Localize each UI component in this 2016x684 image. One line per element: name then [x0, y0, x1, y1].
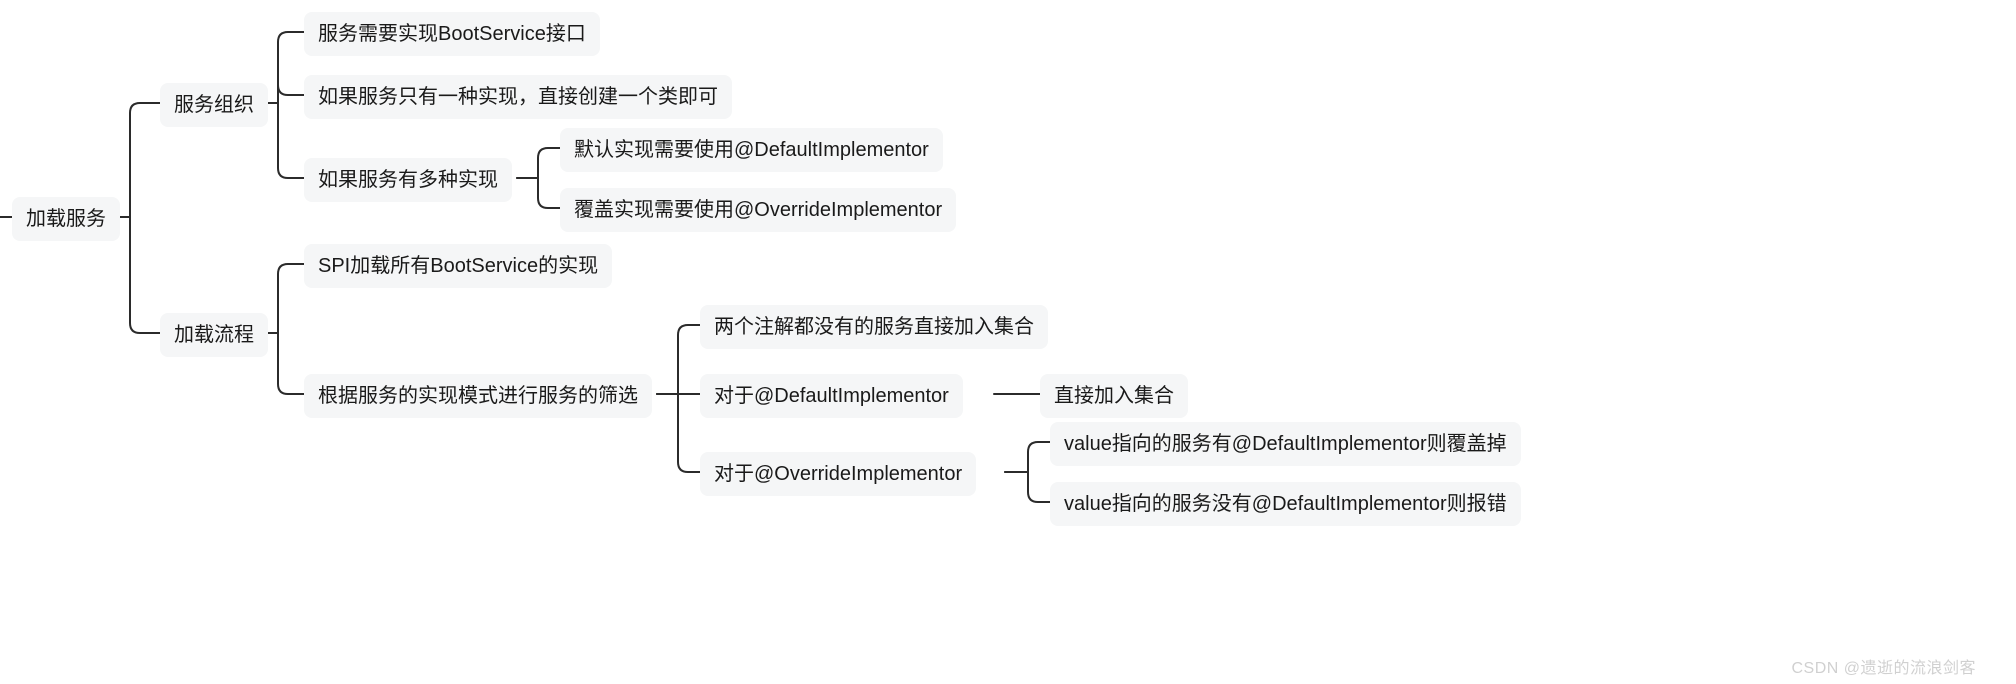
leaf-no-annotation: 两个注解都没有的服务直接加入集合	[700, 305, 1048, 349]
node-for-override: 对于@OverrideImplementor	[700, 452, 976, 496]
leaf-value-has-default: value指向的服务有@DefaultImplementor则覆盖掉	[1050, 422, 1521, 466]
leaf-spi-load: SPI加载所有BootService的实现	[304, 244, 612, 288]
node-for-default: 对于@DefaultImplementor	[700, 374, 963, 418]
node-filter-by-mode: 根据服务的实现模式进行服务的筛选	[304, 374, 652, 418]
leaf-single-impl: 如果服务只有一种实现，直接创建一个类即可	[304, 75, 732, 119]
root-node: 加载服务	[12, 197, 120, 241]
watermark: CSDN @遗逝的流浪剑客	[1791, 654, 1976, 678]
branch-service-organization: 服务组织	[160, 83, 268, 127]
leaf-override-implementor: 覆盖实现需要使用@OverrideImplementor	[560, 188, 956, 232]
leaf-value-no-default: value指向的服务没有@DefaultImplementor则报错	[1050, 482, 1521, 526]
mindmap-canvas: 加载服务 服务组织 服务需要实现BootService接口 如果服务只有一种实现…	[0, 0, 2016, 684]
leaf-bootservice-interface: 服务需要实现BootService接口	[304, 12, 600, 56]
leaf-direct-add: 直接加入集合	[1040, 374, 1188, 418]
branch-load-process: 加载流程	[160, 313, 268, 357]
node-multi-impl: 如果服务有多种实现	[304, 158, 512, 202]
leaf-default-implementor: 默认实现需要使用@DefaultImplementor	[560, 128, 943, 172]
